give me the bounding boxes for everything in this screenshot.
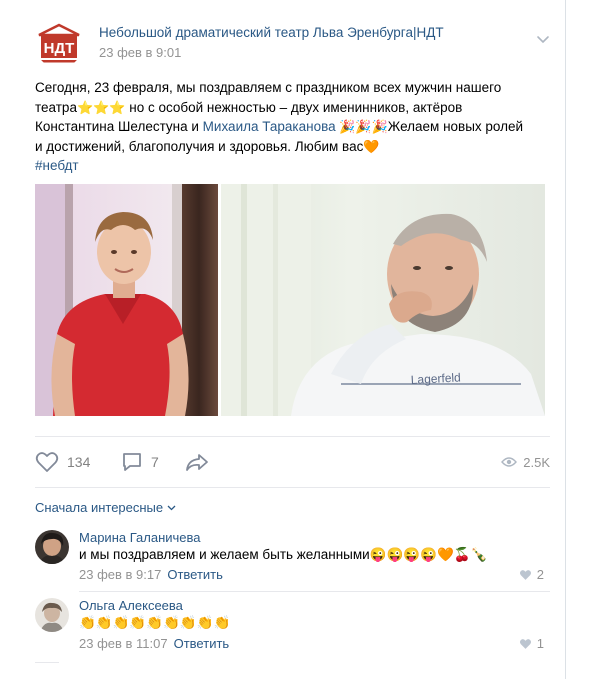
star-emoji: ⭐⭐⭐ — [76, 99, 126, 115]
heart-icon — [519, 638, 531, 649]
view-count: 2.5K — [523, 454, 550, 470]
post-text-line: Константина Шелестуна и Михаила Таракано… — [35, 119, 524, 134]
share-button[interactable] — [185, 447, 209, 477]
party-emoji: 🎉🎉🎉 — [335, 119, 388, 134]
comment-like-count: 2 — [536, 567, 544, 582]
photo-older-man: Lagerfeld — [221, 184, 545, 416]
chevron-down-icon — [167, 505, 176, 510]
chevron-down-icon[interactable] — [536, 32, 550, 46]
post-header: НДТ Небольшой драматический театр Льва Э… — [35, 20, 550, 68]
photo-young-man — [35, 184, 218, 416]
post-author[interactable]: Небольшой драматический театр Льва Эренб… — [99, 25, 444, 40]
hashtag-link[interactable]: #небдт — [35, 156, 550, 176]
heart-icon — [35, 452, 59, 472]
comment-icon — [123, 453, 141, 471]
divider — [79, 591, 550, 592]
sort-label: Сначала интересные — [35, 500, 164, 515]
post-date[interactable]: 23 фев в 9:01 — [99, 45, 181, 60]
comment-like-button[interactable]: 2 — [519, 567, 544, 582]
logo-text: НДТ — [44, 40, 75, 57]
heart-icon — [519, 569, 531, 580]
comment-like-button[interactable]: 1 — [519, 636, 544, 651]
post-text-line: театра⭐⭐⭐ но с особой нежностью – двух и… — [35, 99, 463, 115]
post-text: Сегодня, 23 февраля, мы поздравляем с пр… — [35, 78, 550, 176]
avatar[interactable] — [35, 598, 69, 632]
avatar[interactable] — [35, 530, 69, 564]
comment-item: Ольга Алексеева 👏👏👏👏👏👏👏👏👏 23 фев в 11:07… — [35, 598, 550, 654]
like-count: 134 — [67, 454, 91, 470]
share-icon — [186, 454, 208, 471]
ndt-logo-icon: НДТ — [35, 20, 83, 68]
divider — [35, 436, 550, 437]
comment-button[interactable]: 7 — [121, 447, 159, 477]
feed-right-border — [565, 0, 566, 679]
comment-date[interactable]: 23 фев в 11:07 — [79, 636, 168, 651]
commenter-photo — [35, 530, 69, 564]
post-actions: 134 7 2.5K — [35, 447, 550, 477]
commenter-photo — [35, 598, 69, 632]
post-text-line: Сегодня, 23 февраля, мы поздравляем с пр… — [35, 80, 502, 95]
comment-emoji: 👏👏👏👏👏👏👏👏👏 — [79, 615, 231, 630]
comment-like-count: 1 — [536, 636, 544, 651]
like-button[interactable]: 134 — [35, 447, 90, 477]
comment-emoji: 😜😜😜😜🧡🍒🍾 — [369, 547, 488, 562]
post-text-line: и достижений, благополучия и здоровья. Л… — [35, 138, 380, 154]
comment-date[interactable]: 23 фев в 9:17 — [79, 567, 161, 582]
reply-button[interactable]: Ответить — [174, 636, 230, 651]
comment-text: 👏👏👏👏👏👏👏👏👏 — [79, 615, 230, 631]
comment-meta: 23 фев в 9:17 Ответить — [79, 567, 223, 582]
reply-button[interactable]: Ответить — [167, 567, 223, 582]
comment-author[interactable]: Ольга Алексеева — [79, 598, 183, 613]
svg-text:Lagerfeld: Lagerfeld — [410, 370, 461, 387]
comment-meta: 23 фев в 11:07 Ответить — [79, 636, 229, 651]
mention-link[interactable]: Михаила Тараканова — [203, 119, 336, 134]
post-photo-2[interactable]: Lagerfeld — [221, 184, 545, 416]
heart-emoji: 🧡 — [363, 138, 380, 154]
comment-author[interactable]: Марина Галаничева — [79, 530, 201, 545]
divider — [35, 662, 59, 663]
comment-text: и мы поздравляем и желаем быть желанными… — [79, 547, 488, 562]
comment-count: 7 — [151, 454, 159, 470]
divider — [35, 487, 550, 488]
post-photo-1[interactable] — [35, 184, 218, 416]
views-counter: 2.5K — [501, 447, 550, 477]
comment-item: Марина Галаничева и мы поздравляем и жел… — [35, 530, 550, 586]
group-avatar[interactable]: НДТ — [35, 20, 83, 68]
eye-icon — [501, 457, 518, 467]
comments-sort-dropdown[interactable]: Сначала интересные — [35, 500, 176, 515]
